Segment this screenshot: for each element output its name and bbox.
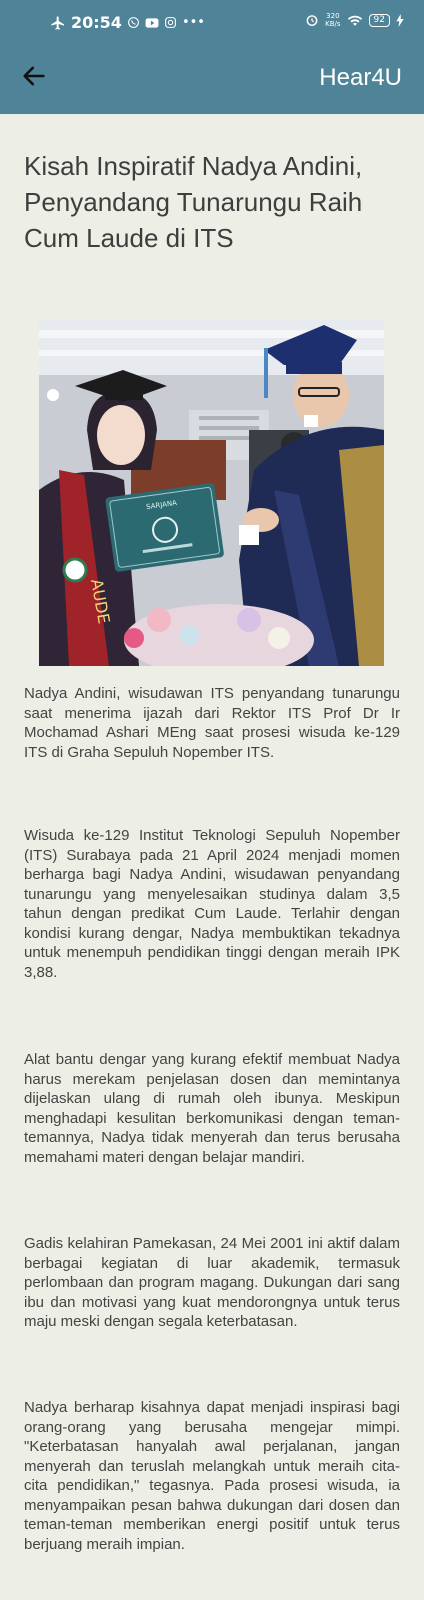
network-speed-unit: KB/s (325, 20, 341, 28)
instagram-icon (165, 17, 176, 28)
youtube-icon (145, 17, 159, 28)
airplane-icon (51, 15, 64, 30)
article-title: Kisah Inspiratif Nadya Andini, Penyandan… (24, 151, 363, 253)
status-right: 320 KB/s 92 (305, 12, 404, 28)
status-bar: 20:54 ••• 320 KB/s 92 (0, 0, 424, 44)
article-paragraph: Wisuda ke-129 Institut Teknologi Sepuluh… (24, 827, 400, 981)
photo-caption: Nadya Andini, wisudawan ITS penyandang t… (24, 685, 400, 761)
app-header: 20:54 ••• 320 KB/s 92 Hear4U (0, 0, 424, 114)
article-photo: AUDE SARJANA (39, 320, 384, 666)
article-paragraph: Nadya berharap kisahnya dapat menjadi in… (24, 1399, 400, 1553)
network-speed: 320 KB/s (325, 12, 340, 28)
whatsapp-icon (128, 17, 139, 28)
more-notifications-icon: ••• (181, 15, 205, 30)
charging-icon (396, 13, 404, 27)
wifi-icon (347, 15, 362, 26)
graduation-photo: AUDE SARJANA (39, 320, 384, 666)
alarm-icon (306, 15, 318, 26)
arrow-left-icon[interactable] (20, 62, 48, 90)
status-left: 20:54 ••• (50, 13, 205, 32)
battery-indicator: 92 (368, 13, 390, 27)
status-time: 20:54 (71, 13, 122, 32)
network-speed-value: 320 (326, 12, 340, 20)
app-title: Hear4U (319, 64, 402, 91)
article-paragraph: Gadis kelahiran Pamekasan, 24 Mei 2001 i… (24, 1235, 400, 1330)
article-paragraph: Alat bantu dengar yang kurang efektif me… (24, 1051, 400, 1166)
